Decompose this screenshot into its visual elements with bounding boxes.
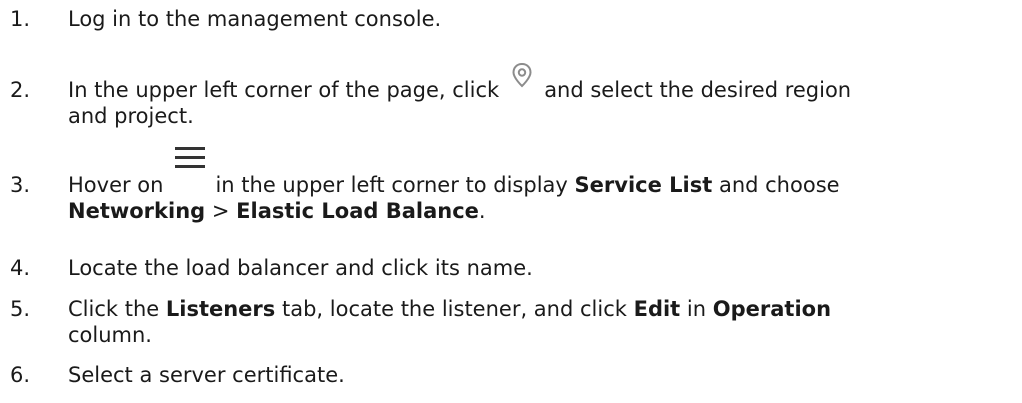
location-pin-icon (509, 61, 535, 91)
step-text: and project. (68, 104, 194, 128)
step-text: tab, locate the listener, and click (281, 297, 627, 321)
edit-term: Edit (633, 297, 681, 321)
step-text: and choose (718, 173, 840, 197)
step-number: 4. (10, 256, 31, 280)
step-text: and select the desired region (544, 78, 852, 102)
elastic-load-balance-term: Elastic Load Balance (236, 199, 479, 223)
step-number: 2. (10, 78, 31, 102)
step-text: Select a server certificate. (68, 363, 345, 387)
step-text: in (686, 297, 707, 321)
step-text: Log in to the management console. (68, 7, 442, 31)
service-list-term: Service List (574, 173, 713, 197)
procedure-steps: 1. Log in to the management console. 2. … (0, 0, 1022, 403)
step-text: column. (68, 323, 152, 347)
step-text: Click the (68, 297, 160, 321)
period: . (478, 199, 486, 223)
networking-term: Networking (68, 199, 206, 223)
step-text: in the upper left corner to display (215, 173, 568, 197)
listeners-term: Listeners (165, 297, 276, 321)
breadcrumb-separator: > (211, 199, 230, 223)
step-text: Hover on (68, 173, 164, 197)
step-number: 5. (10, 297, 31, 321)
step-number: 6. (10, 363, 31, 387)
hamburger-menu-icon (175, 146, 206, 172)
step-number: 1. (10, 7, 31, 31)
step-text: In the upper left corner of the page, cl… (68, 78, 500, 102)
step-text: Locate the load balancer and click its n… (68, 256, 533, 280)
step-number: 3. (10, 173, 31, 197)
operation-term: Operation (712, 297, 832, 321)
